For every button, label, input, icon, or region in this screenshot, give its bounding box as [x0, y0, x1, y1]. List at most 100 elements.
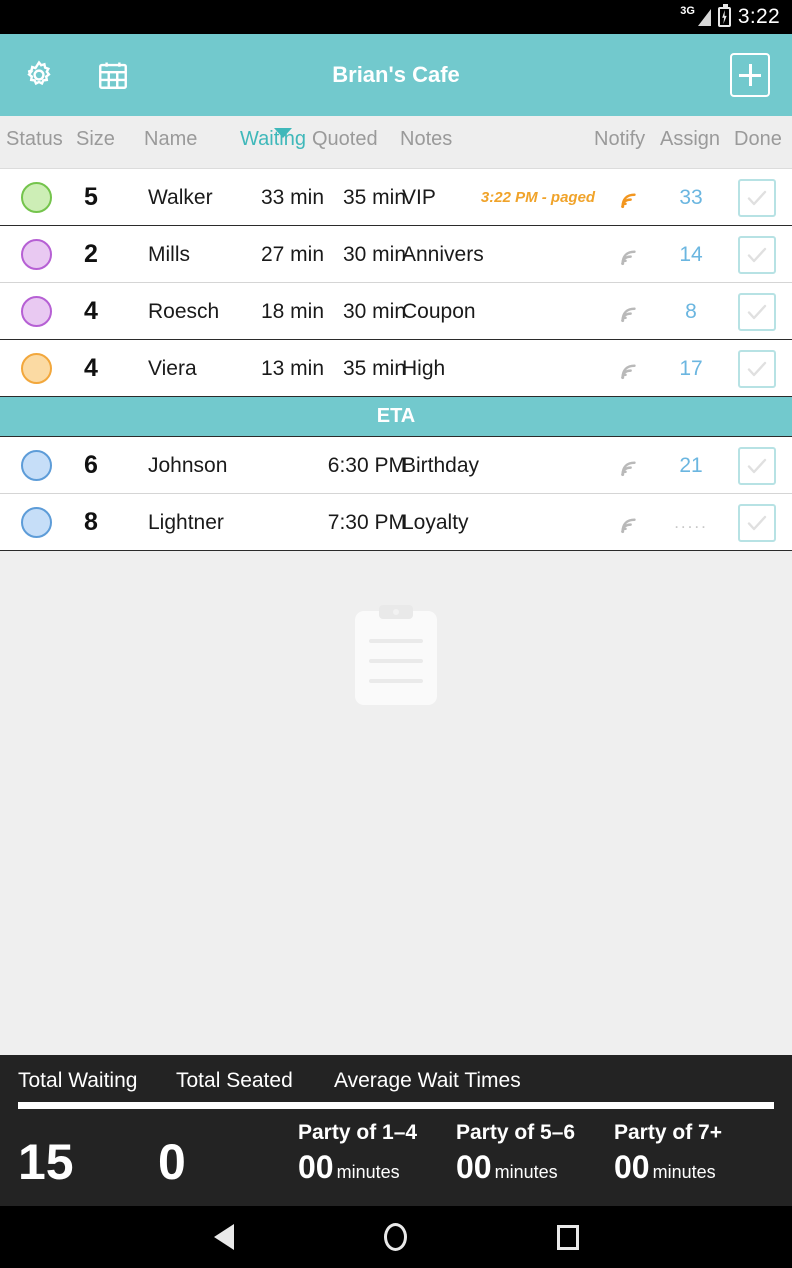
- gear-icon[interactable]: [16, 52, 62, 98]
- paged-status-label: [470, 340, 606, 397]
- done-checkbox[interactable]: [734, 494, 780, 551]
- party-name: Roesch: [148, 299, 220, 323]
- party-name: Mills: [148, 242, 190, 266]
- column-header-assign[interactable]: Assign: [660, 128, 720, 151]
- waiting-time: 33 min: [260, 185, 324, 209]
- total-waiting-label: Total Waiting: [18, 1069, 138, 1092]
- quoted-time: 30 min: [342, 242, 406, 266]
- average-wait-title: Party of 7+: [614, 1121, 722, 1144]
- notify-button[interactable]: [606, 437, 650, 494]
- average-wait-group: Party of 1–4 00 minutes Party of 5–6 00 minut…: [298, 1121, 774, 1186]
- party-name: Walker: [148, 185, 213, 209]
- back-triangle-icon[interactable]: [213, 1224, 234, 1250]
- waiting-time: 18 min: [260, 299, 324, 323]
- done-checkbox[interactable]: [734, 226, 780, 283]
- party-notes: Loyalty: [402, 510, 469, 534]
- paged-status-label: [470, 437, 606, 494]
- waitlist-table: 5 Walker 33 min 35 min VIP 3:22 PM - paged 33 2…: [0, 169, 792, 397]
- status-indicator[interactable]: [18, 226, 54, 283]
- table-row[interactable]: 8 Lightner 7:30 PM Loyalty.....: [0, 494, 792, 551]
- network-type-label: 3G: [680, 5, 695, 17]
- party-notes: Birthday: [402, 453, 480, 477]
- android-status-bar: 3G 3:22: [0, 0, 792, 34]
- average-wait-times-label: Average Wait Times: [334, 1069, 521, 1092]
- status-indicator[interactable]: [18, 340, 54, 397]
- average-wait-title: Party of 1–4: [298, 1121, 418, 1144]
- column-header-notify[interactable]: Notify: [594, 128, 645, 151]
- done-checkbox[interactable]: [734, 340, 780, 397]
- done-checkbox[interactable]: [734, 437, 780, 494]
- average-wait-value: 00: [298, 1149, 334, 1185]
- assign-table-value[interactable]: 17: [660, 340, 722, 397]
- column-header-quoted[interactable]: Quoted: [312, 128, 378, 151]
- party-notes: Coupon: [402, 299, 476, 323]
- assign-table-value[interactable]: .....: [660, 494, 722, 551]
- done-checkbox[interactable]: [734, 283, 780, 340]
- table-row[interactable]: 4 Viera 13 min 35 min High 17: [0, 340, 792, 397]
- paged-status-label: [470, 226, 606, 283]
- table-row[interactable]: 6 Johnson 6:30 PM Birthday 21: [0, 437, 792, 494]
- paged-status-label: 3:22 PM - paged: [480, 189, 596, 206]
- total-seated-value: 0: [158, 1133, 186, 1190]
- clipboard-icon: [355, 605, 437, 705]
- column-header-status[interactable]: Status: [6, 128, 63, 151]
- notify-button[interactable]: [606, 494, 650, 551]
- waitlist-app-screen: 3G 3:22 Brian's Cafe Status Size Name Wa…: [0, 0, 792, 1268]
- table-row[interactable]: 4 Roesch 18 min 30 min Coupon 8: [0, 283, 792, 340]
- done-checkbox[interactable]: [734, 169, 780, 226]
- column-header-size[interactable]: Size: [76, 128, 115, 151]
- assign-table-value[interactable]: 33: [660, 169, 722, 226]
- party-size: 4: [84, 297, 98, 325]
- column-header-done[interactable]: Done: [734, 128, 782, 151]
- total-seated-label: Total Seated: [176, 1069, 293, 1092]
- recents-square-icon[interactable]: [556, 1224, 579, 1250]
- table-row[interactable]: 5 Walker 33 min 35 min VIP 3:22 PM - paged 33: [0, 169, 792, 226]
- party-size: 2: [84, 240, 98, 268]
- party-name: Lightner: [148, 510, 224, 534]
- party-size: 5: [84, 183, 98, 211]
- table-row[interactable]: 2 Mills 27 min 30 min Annivers 14: [0, 226, 792, 283]
- status-indicator[interactable]: [18, 283, 54, 340]
- column-header-waiting[interactable]: Waiting: [240, 128, 306, 151]
- status-indicator[interactable]: [18, 494, 54, 551]
- average-wait-title: Party of 5–6: [456, 1121, 576, 1144]
- party-name: Viera: [148, 356, 197, 380]
- assign-table-value[interactable]: 14: [660, 226, 722, 283]
- party-size: 8: [84, 508, 98, 536]
- column-header-notes[interactable]: Notes: [400, 128, 452, 151]
- average-wait-unit: minutes: [494, 1162, 558, 1182]
- waiting-time: 27 min: [260, 242, 324, 266]
- calendar-icon[interactable]: [90, 52, 136, 98]
- notify-button[interactable]: [606, 226, 650, 283]
- status-indicator[interactable]: [18, 169, 54, 226]
- notify-button[interactable]: [606, 340, 650, 397]
- average-wait-unit: minutes: [336, 1162, 400, 1182]
- notify-button[interactable]: [606, 169, 650, 226]
- party-notes: VIP: [402, 185, 436, 209]
- average-wait-item: Party of 1–4 00 minutes: [298, 1121, 456, 1186]
- stats-divider-rule: [18, 1102, 774, 1109]
- empty-list-area: [0, 551, 792, 1055]
- add-party-button[interactable]: [730, 53, 770, 97]
- quoted-time: 35 min: [342, 356, 406, 380]
- clock-label: 3:22: [737, 5, 780, 28]
- status-indicator[interactable]: [18, 437, 54, 494]
- party-name: Johnson: [148, 453, 228, 477]
- home-circle-icon[interactable]: [383, 1223, 407, 1251]
- assign-table-value[interactable]: 21: [660, 437, 722, 494]
- average-wait-unit: minutes: [652, 1162, 716, 1182]
- average-wait-item: Party of 5–6 00 minutes: [456, 1121, 614, 1186]
- average-wait-item: Party of 7+ 00 minutes: [614, 1121, 774, 1186]
- quoted-time: 6:30 PM: [327, 453, 406, 477]
- waiting-time: [240, 494, 324, 551]
- quoted-time: 35 min: [342, 185, 406, 209]
- party-size: 6: [84, 451, 98, 479]
- column-header-row: Status Size Name Waiting Quoted Notes No…: [0, 116, 792, 169]
- paged-status-label: [470, 494, 606, 551]
- notify-button[interactable]: [606, 283, 650, 340]
- assign-table-value[interactable]: 8: [660, 283, 722, 340]
- waiting-time: 13 min: [260, 356, 324, 380]
- paged-status-label: [470, 283, 606, 340]
- stats-footer: Total Waiting Total Seated Average Wait …: [0, 1055, 792, 1206]
- column-header-name[interactable]: Name: [144, 128, 197, 151]
